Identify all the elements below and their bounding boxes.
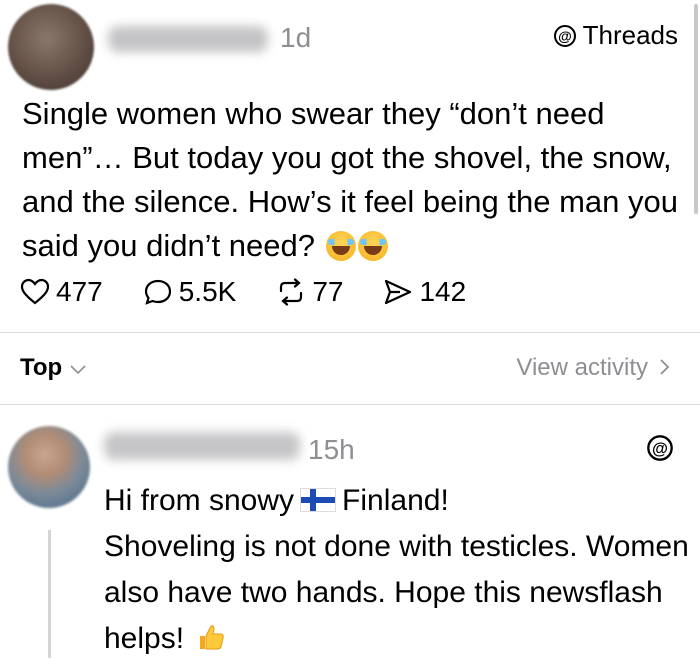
chevron-right-icon [660, 354, 670, 382]
reply-text-body: Shoveling is not done with testicles. Wo… [104, 530, 689, 655]
reply-author-avatar[interactable] [8, 426, 90, 508]
chevron-down-icon [70, 354, 86, 382]
share-button[interactable]: 142 [383, 276, 466, 308]
share-count: 142 [419, 276, 467, 307]
repost-button[interactable]: 77 [276, 276, 343, 308]
sort-label: Top [20, 354, 63, 381]
post-actions: 477 5.5K 77 142 [20, 276, 506, 308]
reply-text-country: Finland! [342, 484, 449, 517]
divider [0, 404, 700, 405]
reply-text-start: Hi from snowy [104, 484, 295, 517]
threads-logo-icon[interactable]: @ [646, 434, 674, 467]
divider [0, 332, 700, 333]
repost-icon [276, 278, 306, 306]
reply-author-name-redacted[interactable] [104, 432, 300, 460]
like-button[interactable]: 477 [20, 276, 103, 308]
thumbs-up-icon [196, 620, 226, 650]
comment-bubble-icon [143, 278, 173, 306]
threads-brand-label: Threads [582, 20, 678, 50]
post-timestamp: 1d [280, 22, 312, 53]
scrollbar[interactable] [694, 4, 698, 214]
reply-count: 5.5K [178, 276, 237, 307]
face-with-tears-of-joy-icon [325, 231, 356, 261]
repost-count: 77 [312, 276, 344, 307]
threads-logo-icon: @ [553, 24, 577, 48]
thread-line [48, 530, 51, 658]
reply-button[interactable]: 5.5K [143, 276, 237, 308]
heart-icon [20, 278, 50, 306]
svg-text:@: @ [652, 440, 668, 458]
send-icon [383, 278, 413, 306]
face-with-tears-of-joy-icon [357, 231, 388, 261]
view-activity-link[interactable]: View activity [516, 354, 670, 382]
finland-flag-icon [300, 488, 337, 512]
post-text: Single women who swear they “don’t need … [22, 92, 692, 268]
threads-brand[interactable]: @ Threads [553, 20, 678, 51]
view-activity-label: View activity [516, 354, 648, 381]
author-name-redacted[interactable] [108, 26, 268, 52]
reply-timestamp: 15h [308, 434, 355, 465]
reply-text: Hi from snowy Finland! Shoveling is not d… [104, 478, 694, 662]
sort-dropdown[interactable]: Top [20, 354, 86, 382]
like-count: 477 [56, 276, 103, 307]
svg-text:@: @ [558, 28, 572, 44]
author-avatar[interactable] [8, 4, 94, 90]
